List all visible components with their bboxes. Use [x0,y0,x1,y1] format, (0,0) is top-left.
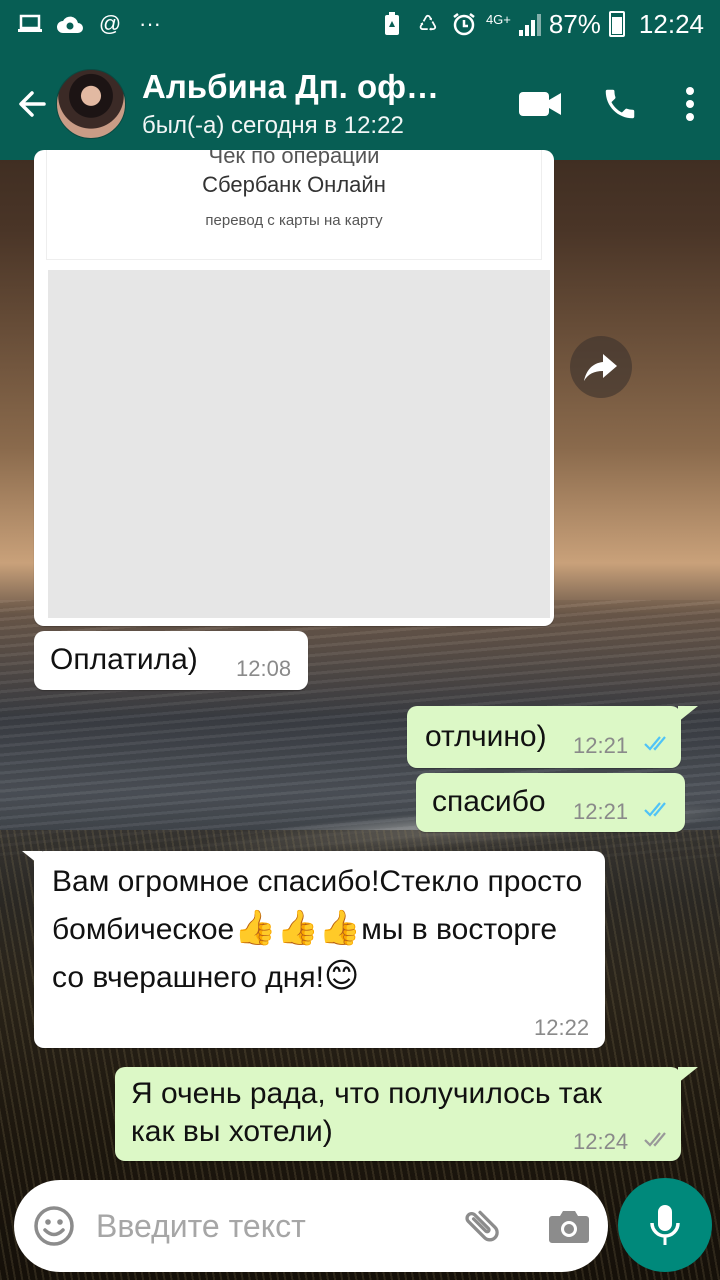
more-options-button[interactable] [660,72,720,136]
thumbs-up-emoji: 👍👍👍 [234,909,362,947]
attach-button[interactable] [460,1204,504,1248]
laptop-icon [16,10,44,38]
delivered-double-check-icon [644,1132,666,1147]
emoji-button[interactable] [32,1204,76,1248]
image-message[interactable]: Чек по операции Сбербанк Онлайн перевод … [34,150,554,626]
forward-button[interactable] [570,336,632,398]
read-double-check-icon [644,736,666,751]
bubble-tail [678,706,698,722]
message-incoming[interactable]: Вам огромное спасибо!Стекло просто бомби… [34,851,605,1048]
camera-icon [549,1211,589,1243]
message-outgoing[interactable]: Я очень рада, что получилось так как вы … [115,1067,681,1161]
smiling-face-emoji: 😊 [323,957,360,995]
message-outgoing[interactable]: отлчино) 12:21 [407,706,681,768]
message-text: спасибо [432,785,546,818]
receipt-subtitle: перевод с карты на карту [205,212,383,229]
kebab-menu-icon [686,87,694,121]
message-input[interactable]: Введите текст [96,1208,460,1245]
receipt-image-body [48,270,550,618]
read-double-check-icon [644,802,666,817]
bubble-tail [678,1067,698,1083]
microphone-icon [650,1205,680,1245]
signal-strength-icon [518,12,541,36]
video-call-button[interactable] [500,72,580,136]
message-text: Оплатила) [50,643,198,676]
receipt-title-line2: Сбербанк Онлайн [202,172,386,197]
voice-call-button[interactable] [580,72,660,136]
smiley-icon [34,1206,74,1246]
status-bar: @ ··· ♺ 4G+ 87% 12:24 [0,0,720,48]
network-type-label: 4G+ [485,11,511,27]
message-time: 12:08 [236,656,292,681]
message-outgoing[interactable]: спасибо 12:21 [416,773,685,832]
alarm-icon [450,10,478,38]
contact-info[interactable]: Альбина Дп. оф… был(-а) сегодня в 12:22 [142,68,442,140]
message-text: отлчино) [425,720,547,753]
battery-icon [608,11,625,37]
message-text: Вам огромное спасибо!Стекло просто бомби… [52,859,597,1001]
video-camera-icon [519,92,561,116]
message-time: 12:24 [573,1129,629,1154]
message-incoming[interactable]: Оплатила) 12:08 [34,631,308,690]
phone-icon [605,89,635,119]
back-button[interactable] [4,76,60,132]
voice-record-button[interactable] [618,1178,712,1272]
forward-arrow-icon [584,354,617,381]
message-text: Я очень рада, что получилось так как вы … [131,1077,603,1148]
recycle-icon: ♺ [418,11,438,36]
camera-button[interactable] [548,1208,590,1244]
more-notifications-icon: ··· [139,11,161,36]
at-sign-icon: @ [98,11,122,36]
cloud-upload-icon [56,10,84,38]
chat-header: Альбина Дп. оф… был(-а) сегодня в 12:22 [0,48,720,160]
last-seen-status: был(-а) сегодня в 12:22 [142,112,404,139]
arrow-left-icon [19,91,46,117]
paperclip-icon [465,1210,499,1242]
message-time: 12:21 [573,733,629,758]
battery-percent: 87% [548,8,601,39]
message-input-bar: Введите текст [14,1180,608,1272]
bubble-tail [22,851,42,867]
message-time: 12:21 [573,799,629,824]
battery-saver-icon [378,10,406,38]
status-time: 12:24 [638,8,704,39]
contact-avatar[interactable] [56,69,126,139]
receipt-title-line1: Чек по операции [208,150,380,166]
receipt-document: Чек по операции Сбербанк Онлайн перевод … [46,150,542,260]
message-time: 12:22 [534,1015,590,1040]
contact-name: Альбина Дп. оф… [142,68,440,105]
